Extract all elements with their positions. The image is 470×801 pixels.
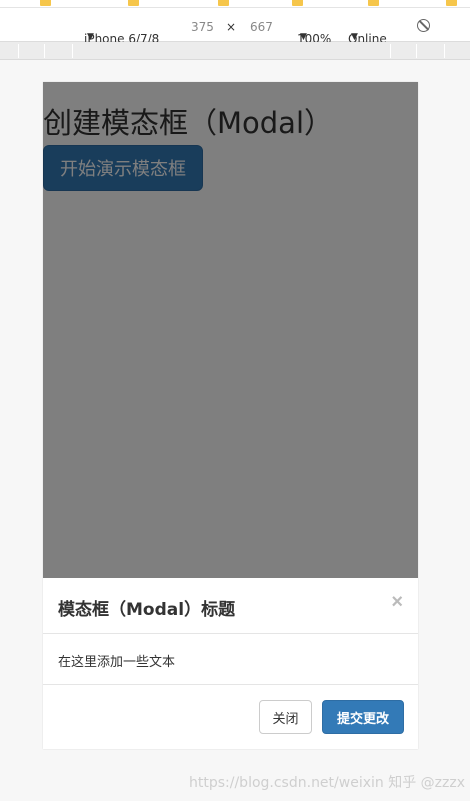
modal-dialog: 模态框（Modal）标题 × 在这里添加一些文本 关闭 提交更改 [43,578,418,749]
caret-down-icon: ▼ [300,32,307,42]
ruler-tick [72,44,73,58]
height-input[interactable]: 667 [250,20,273,34]
bookmark-item[interactable] [218,0,233,7]
modal-header: 模态框（Modal）标题 × [43,578,418,634]
modal-title: 模态框（Modal）标题 [58,600,236,620]
device-viewport: 创建模态框（Modal） 开始演示模态框 模态框（Modal）标题 × 在这里添… [43,82,418,749]
device-toolbar: iPhone 6/7/8 ▼ 375 × 667 100% ▼ Online ▼ [0,8,470,46]
close-icon[interactable]: × [391,592,403,612]
folder-icon [292,0,303,6]
ruler-tick [416,44,417,58]
bookmark-item[interactable] [40,0,55,7]
folder-icon [446,0,457,6]
ruler-tick [18,44,19,58]
ruler-tick [390,44,391,58]
folder-icon [218,0,229,6]
bookmark-item[interactable] [128,0,143,7]
rotate-disabled-icon[interactable] [417,19,430,32]
bookmarks-bar [0,0,470,8]
modal-footer: 关闭 提交更改 [43,684,418,749]
width-input[interactable]: 375 [191,20,214,34]
bookmark-item[interactable] [292,0,307,7]
submit-changes-button[interactable]: 提交更改 [322,700,404,734]
ruler-tick [444,44,445,58]
media-query-ruler[interactable] [0,42,470,60]
caret-down-icon: ▼ [351,32,358,42]
watermark: https://blog.csdn.net/weixin 知乎 @zzzx [189,775,465,791]
folder-icon [128,0,139,6]
folder-icon [40,0,51,6]
modal-body-text: 在这里添加一些文本 [58,655,176,670]
bookmark-item[interactable] [446,0,461,7]
folder-icon [368,0,379,6]
ruler-tick [44,44,45,58]
caret-down-icon: ▼ [87,32,94,42]
times-icon: × [226,20,237,34]
bookmark-item[interactable] [368,0,383,7]
close-button[interactable]: 关闭 [259,700,312,734]
